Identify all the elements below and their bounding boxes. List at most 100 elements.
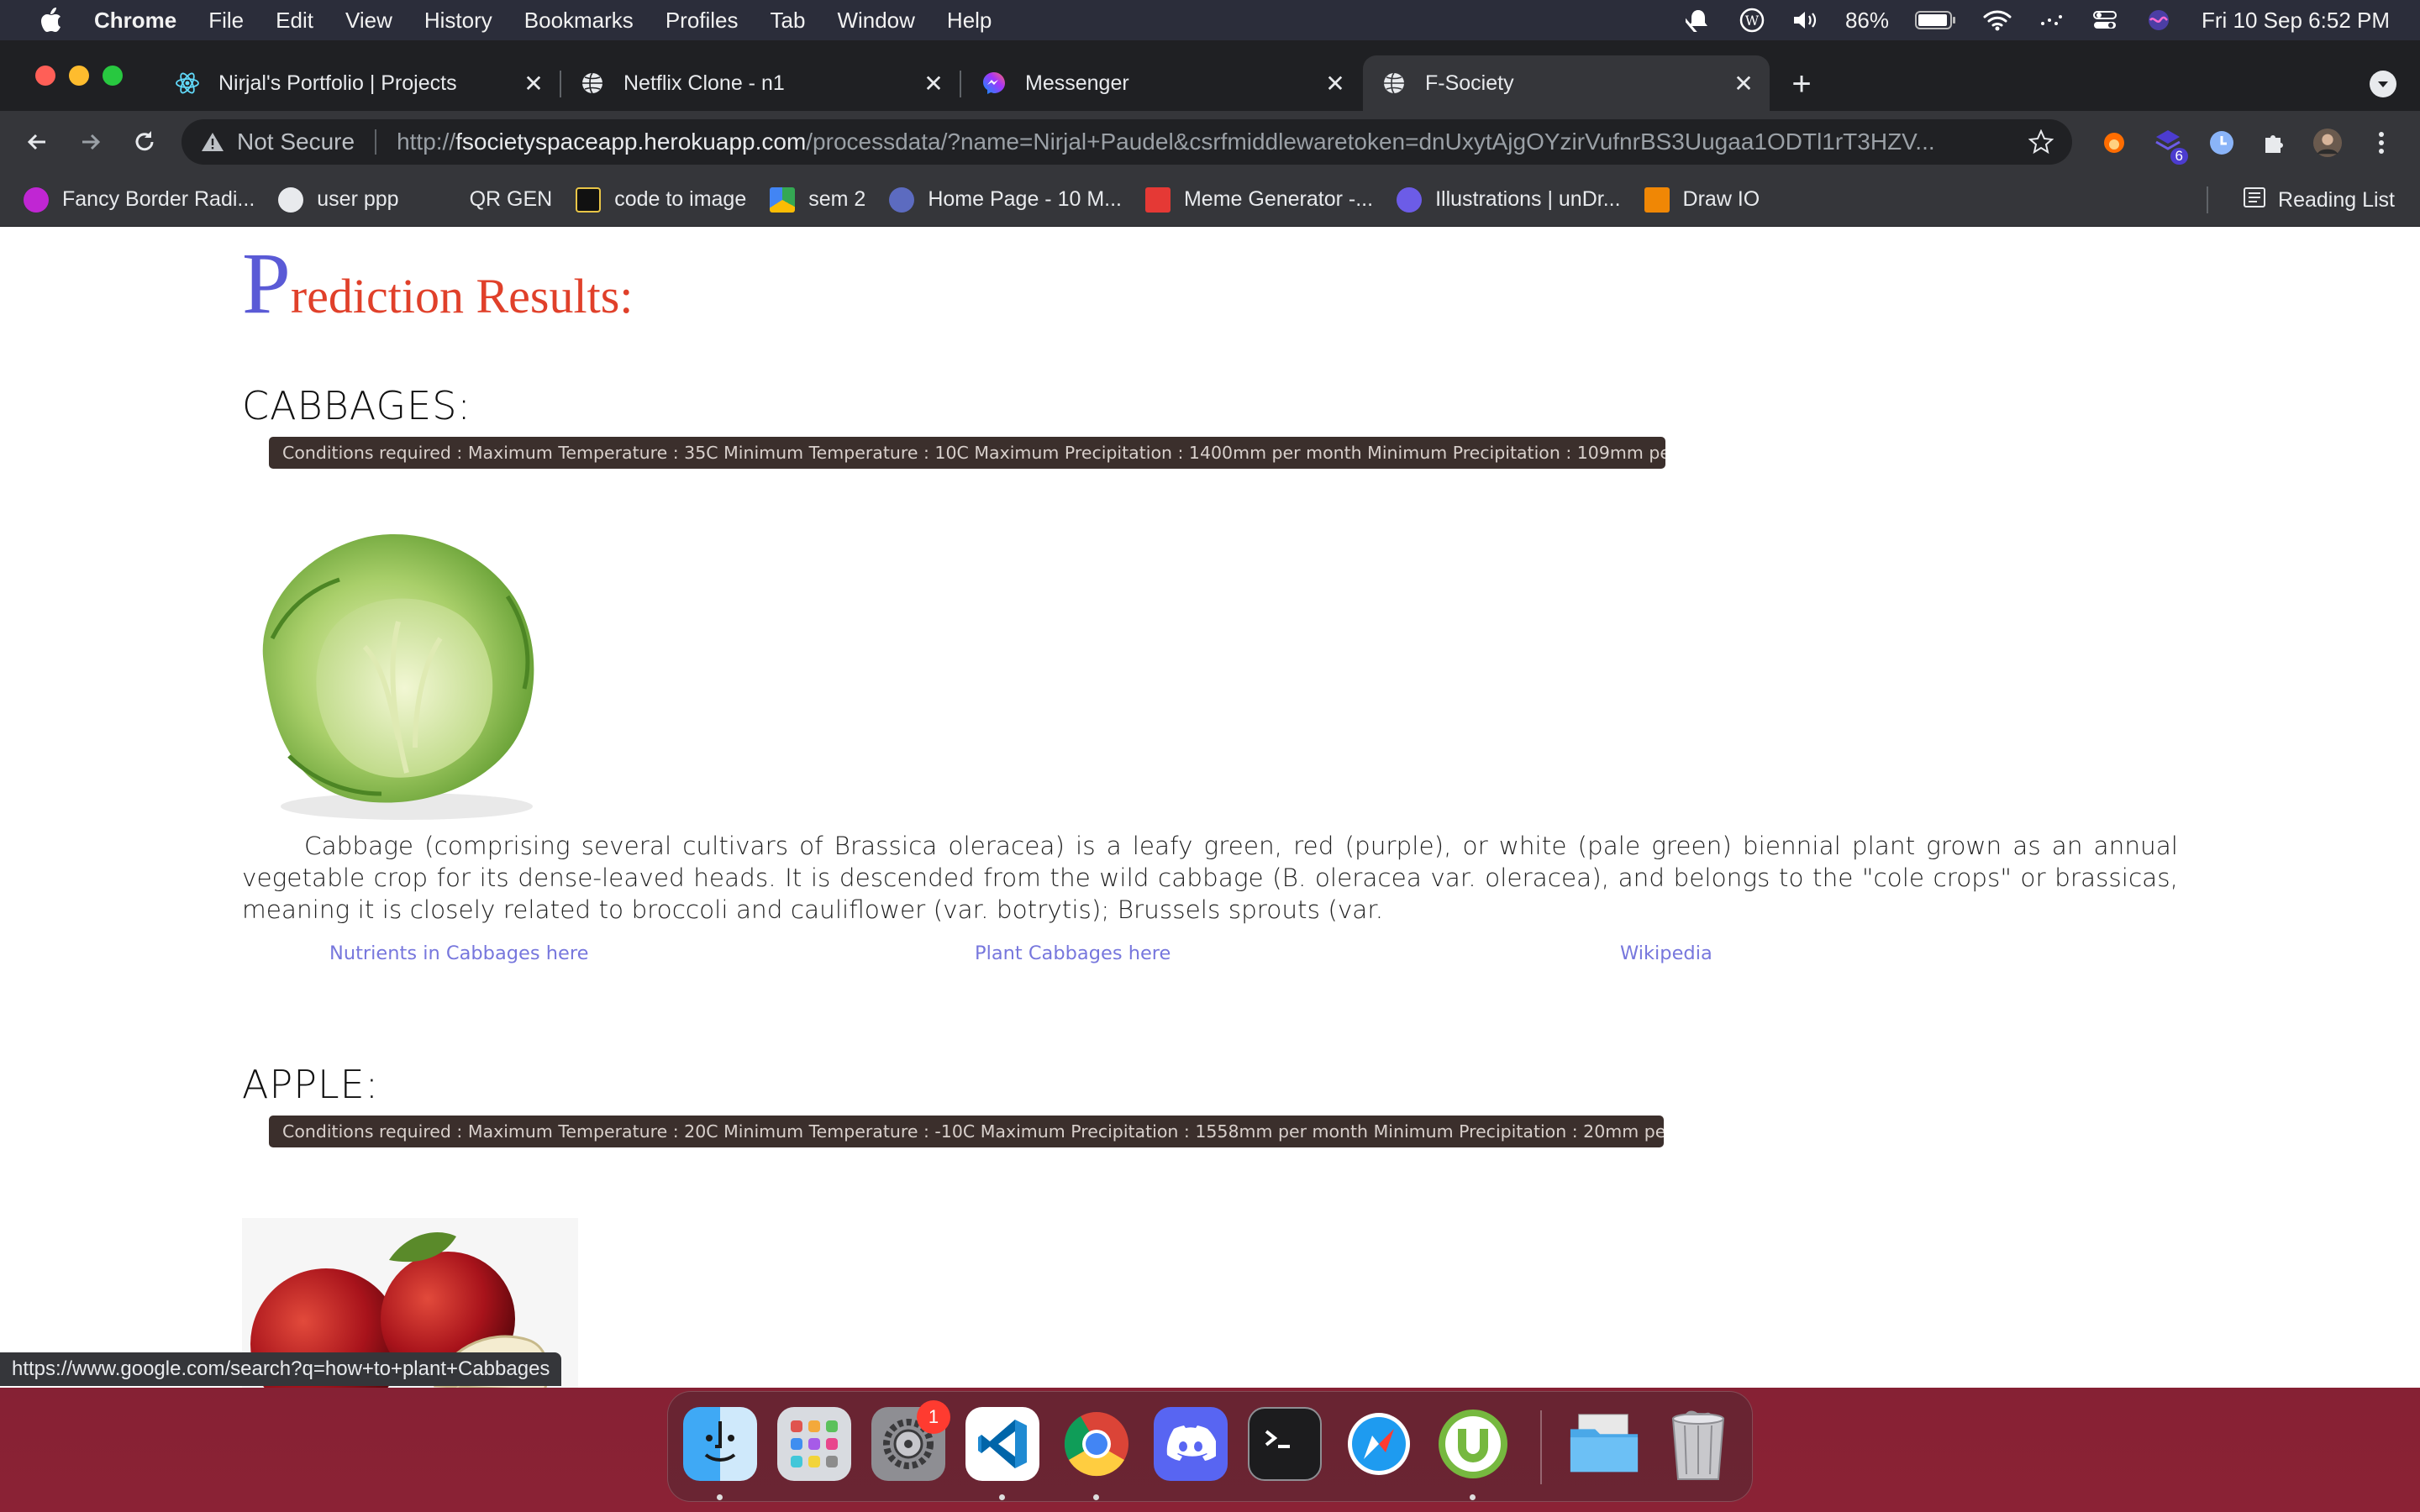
- home-page-icon: [889, 186, 915, 213]
- bookmark-item[interactable]: code to image: [576, 186, 746, 213]
- profile-avatar[interactable]: [2312, 128, 2343, 158]
- tab-close-icon[interactable]: ✕: [1731, 71, 1756, 97]
- trash-icon[interactable]: [1661, 1407, 1735, 1481]
- menu-bookmarks[interactable]: Bookmarks: [524, 8, 634, 34]
- forward-button[interactable]: [74, 125, 108, 159]
- crop-heading-apple: APPLE:: [242, 1062, 380, 1107]
- menu-file[interactable]: File: [208, 8, 244, 34]
- tab-title: Messenger: [1025, 71, 1129, 95]
- menu-edit[interactable]: Edit: [276, 8, 313, 34]
- tab-strip: Nirjal's Portfolio | Projects ✕ Netflix …: [0, 40, 2420, 111]
- tab-messenger[interactable]: Messenger ✕: [963, 55, 1361, 111]
- window-zoom-button[interactable]: [103, 66, 123, 86]
- extensions-puzzle-icon[interactable]: [2259, 128, 2289, 158]
- bookmark-star-icon[interactable]: [2028, 129, 2054, 155]
- tab-netflix-clone[interactable]: Netflix Clone - n1 ✕: [561, 55, 960, 111]
- utorrent-icon[interactable]: [1436, 1407, 1510, 1481]
- menu-profiles[interactable]: Profiles: [666, 8, 739, 34]
- undraw-icon: [1397, 186, 1423, 213]
- bookmark-label: Draw IO: [1682, 187, 1760, 211]
- warning-triangle-icon[interactable]: [200, 129, 225, 155]
- bookmark-item[interactable]: Home Page - 10 M...: [889, 186, 1122, 213]
- tab-title: Netflix Clone - n1: [623, 71, 785, 95]
- tab-portfolio[interactable]: Nirjal's Portfolio | Projects ✕: [156, 55, 560, 111]
- wikipedia-link[interactable]: Wikipedia: [1620, 942, 1712, 964]
- cabbage-description: Cabbage (comprising several cultivars of…: [242, 832, 2178, 924]
- conditions-badge-cabbage: Conditions required : Maximum Temperatur…: [269, 437, 1665, 469]
- bookmark-item[interactable]: user ppp: [278, 186, 399, 213]
- url-text[interactable]: http://fsocietyspaceapp.herokuapp.com/pr…: [397, 129, 2010, 155]
- reload-button[interactable]: [128, 125, 161, 159]
- not-secure-label[interactable]: Not Secure: [237, 129, 355, 155]
- tab-f-society[interactable]: F-Society ✕: [1363, 55, 1770, 111]
- menubar-status-area: W 86% Fri 10 Sep 6:52 PM: [1684, 0, 2390, 40]
- extension-fox-icon[interactable]: [2099, 128, 2129, 158]
- control-center-icon[interactable]: [2091, 8, 2119, 33]
- battery-percent: 86%: [1844, 7, 1889, 33]
- tab-search-button[interactable]: [2370, 71, 2396, 97]
- menu-tab[interactable]: Tab: [771, 8, 806, 34]
- window-minimize-button[interactable]: [69, 66, 89, 86]
- extension-clock-icon[interactable]: [2207, 128, 2237, 158]
- menu-view[interactable]: View: [345, 8, 392, 34]
- extension-stack-icon[interactable]: 6: [2153, 128, 2188, 165]
- bookmark-item[interactable]: QR GEN: [470, 187, 553, 212]
- notification-bell-icon[interactable]: [1684, 8, 1712, 33]
- messenger-icon: [981, 71, 1007, 96]
- plant-cabbages-link[interactable]: Plant Cabbages here: [975, 942, 1171, 964]
- chrome-menu-icon[interactable]: [2366, 128, 2396, 158]
- status-bar-url: https://www.google.com/search?q=how+to+p…: [0, 1352, 562, 1386]
- battery-icon[interactable]: [1914, 8, 1958, 33]
- terminal-icon[interactable]: [1248, 1407, 1322, 1481]
- volume-icon[interactable]: [1791, 8, 1820, 33]
- window-close-button[interactable]: [35, 66, 55, 86]
- bookmark-label: Illustrations | unDr...: [1435, 187, 1621, 211]
- nutrients-link[interactable]: Nutrients in Cabbages here: [329, 942, 588, 964]
- tab-close-icon[interactable]: ✕: [1323, 71, 1348, 97]
- bookmark-item[interactable]: Draw IO: [1644, 186, 1760, 213]
- menu-window[interactable]: Window: [837, 8, 914, 34]
- bookmark-item[interactable]: Fancy Border Radi...: [24, 186, 255, 213]
- extension-badge: 6: [2170, 148, 2188, 165]
- system-preferences-icon[interactable]: 1: [871, 1400, 950, 1481]
- macos-dock: 1: [667, 1391, 1753, 1502]
- bookmark-label: user ppp: [317, 187, 399, 211]
- reading-list-button[interactable]: Reading List: [2243, 173, 2395, 227]
- google-drive-icon: [770, 186, 796, 213]
- bookmark-item[interactable]: Illustrations | unDr...: [1397, 186, 1621, 213]
- siri-icon[interactable]: [2144, 8, 2173, 33]
- chrome-icon[interactable]: [1060, 1407, 1134, 1481]
- safari-icon[interactable]: [1342, 1407, 1416, 1481]
- wordpress-icon[interactable]: W: [1738, 8, 1766, 33]
- tab-close-icon[interactable]: ✕: [921, 71, 946, 97]
- reading-list-label: Reading List: [2278, 187, 2395, 212]
- discord-icon[interactable]: [1154, 1407, 1228, 1481]
- tab-close-icon[interactable]: ✕: [521, 71, 546, 97]
- bookmark-item[interactable]: Meme Generator -...: [1144, 186, 1374, 213]
- bookmark-item[interactable]: sem 2: [770, 186, 865, 213]
- back-button[interactable]: [20, 125, 54, 159]
- wifi-icon[interactable]: [1983, 8, 2012, 33]
- notification-badge: 1: [917, 1400, 950, 1434]
- menubar-clock[interactable]: Fri 10 Sep 6:52 PM: [2202, 8, 2390, 34]
- tab-separator: [960, 71, 961, 97]
- menu-history[interactable]: History: [424, 8, 492, 34]
- menu-app-name[interactable]: Chrome: [94, 8, 176, 34]
- vscode-icon[interactable]: [965, 1407, 1039, 1481]
- launchpad-icon[interactable]: [777, 1407, 851, 1481]
- downloads-folder-icon[interactable]: [1567, 1407, 1641, 1481]
- bookmarks-divider: [2207, 186, 2208, 213]
- dock-separator: [1540, 1410, 1542, 1484]
- globe-icon: [580, 71, 605, 96]
- address-bar[interactable]: Not Secure http://fsocietyspaceapp.herok…: [182, 119, 2072, 165]
- menu-help[interactable]: Help: [947, 8, 992, 34]
- tab-title: Nirjal's Portfolio | Projects: [218, 71, 457, 95]
- web-page-content: Prediction Results: CABBAGES: Conditions…: [0, 227, 2420, 1388]
- conditions-badge-apple: Conditions required : Maximum Temperatur…: [269, 1116, 1664, 1147]
- finder-icon[interactable]: [683, 1407, 757, 1481]
- running-indicator: [1470, 1494, 1476, 1500]
- bookmark-label: Meme Generator -...: [1183, 187, 1374, 211]
- apple-menu-icon[interactable]: [32, 8, 69, 33]
- bluetooth-dots-icon[interactable]: [2037, 8, 2065, 33]
- new-tab-button[interactable]: +: [1785, 67, 1818, 101]
